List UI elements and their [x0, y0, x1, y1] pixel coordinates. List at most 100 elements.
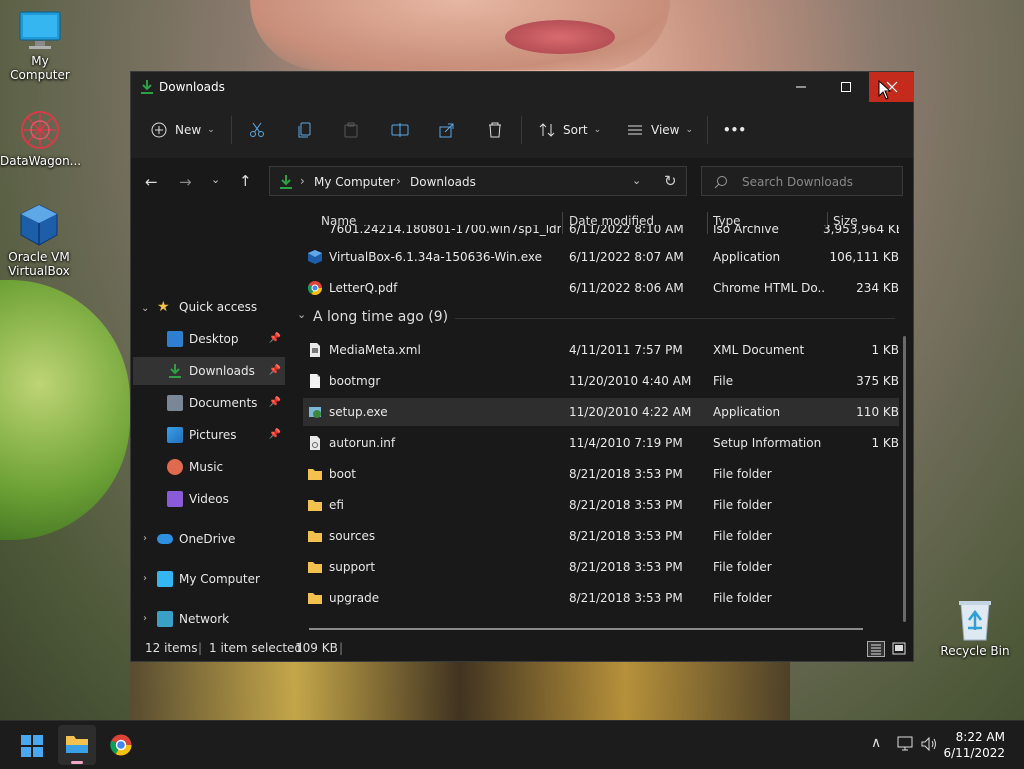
chevron-right-icon[interactable]: › — [143, 533, 147, 544]
file-name: autorun.inf — [329, 436, 396, 450]
nav-item-desktop[interactable]: Desktop 📌 — [133, 325, 285, 353]
tiles-view-icon — [892, 642, 906, 655]
nav-item-documents[interactable]: Documents 📌 — [133, 389, 285, 417]
status-bar: 12 items | 1 item selected 109 KB | — [131, 634, 913, 661]
up-button[interactable]: ↑ — [239, 172, 252, 190]
rename-button[interactable] — [391, 116, 409, 144]
folder-icon — [66, 736, 88, 753]
nav-label: Downloads — [189, 364, 255, 378]
table-row[interactable]: bootmgr 11/20/2010 4:40 AM File 375 KB — [303, 367, 899, 395]
start-button[interactable] — [20, 734, 44, 761]
table-row[interactable]: sources 8/21/2018 3:53 PM File folder — [303, 522, 899, 550]
nav-item-downloads[interactable]: Downloads 📌 — [133, 357, 285, 385]
paste-button[interactable] — [343, 116, 359, 144]
address-bar[interactable]: › My Computer › Downloads ⌄ ↻ — [269, 166, 687, 196]
sort-label: Sort — [563, 123, 588, 137]
folder-icon — [308, 562, 322, 573]
vertical-scrollbar[interactable] — [903, 336, 906, 622]
sort-button[interactable]: Sort ⌄ — [539, 116, 601, 144]
nav-item-videos[interactable]: Videos — [133, 485, 285, 513]
group-header[interactable]: ⌄ A long time ago (9) — [295, 306, 905, 330]
table-row[interactable]: upgrade 8/21/2018 3:53 PM File folder — [303, 584, 899, 612]
virtualbox-icon — [20, 204, 58, 246]
file-name: bootmgr — [329, 374, 381, 388]
status-divider: | — [339, 641, 344, 655]
chevron-right-icon[interactable]: › — [143, 573, 147, 584]
volume-icon[interactable] — [921, 736, 939, 752]
file-name: boot — [329, 467, 357, 481]
file-name: 7601.24214.180801-1700.win7sp1_ldr_escr.… — [329, 225, 561, 236]
title-bar[interactable]: Downloads — [131, 72, 914, 102]
copy-button[interactable] — [297, 116, 313, 144]
forward-button[interactable]: → — [179, 173, 192, 191]
nav-item-music[interactable]: Music — [133, 453, 285, 481]
horizontal-scrollbar[interactable] — [309, 628, 863, 630]
table-row[interactable]: support 8/21/2018 3:53 PM File folder — [303, 553, 899, 581]
minimize-icon — [795, 86, 806, 88]
taskbar-chrome[interactable] — [109, 733, 133, 760]
settings-file-icon — [310, 436, 320, 450]
chevron-down-icon: ⌄ — [297, 308, 307, 321]
more-button[interactable]: ••• — [723, 116, 746, 144]
download-icon — [141, 80, 153, 94]
table-row[interactable]: autorun.inf 11/4/2010 7:19 PM Setup Info… — [303, 429, 899, 457]
refresh-button[interactable]: ↻ — [664, 172, 677, 190]
share-icon — [439, 123, 454, 138]
command-bar: New ⌄ Sort ⌄ View ⌄ ••• — [131, 102, 913, 159]
status-selection: 1 item selected — [209, 641, 303, 655]
chrome-icon — [110, 734, 132, 756]
table-row-selected[interactable]: setup.exe 11/20/2010 4:22 AM Application… — [303, 398, 899, 426]
nav-item-pictures[interactable]: Pictures 📌 — [133, 421, 285, 449]
file-icon — [310, 374, 320, 388]
show-hidden-icons-button[interactable]: ∧ — [871, 735, 881, 751]
table-row[interactable]: 7601.24214.180801-1700.win7sp1_ldr_escr.… — [303, 225, 899, 243]
breadcrumb-downloads[interactable]: Downloads — [410, 175, 476, 189]
table-row[interactable]: boot 8/21/2018 3:53 PM File folder — [303, 460, 899, 488]
file-type: Application — [713, 405, 781, 419]
sort-icon — [539, 123, 555, 137]
nav-my-computer[interactable]: My Computer — [157, 565, 287, 593]
table-row[interactable]: VirtualBox-6.1.34a-150636-Win.exe 6/11/2… — [303, 243, 899, 271]
details-view-button[interactable] — [867, 641, 885, 657]
nav-quick-access[interactable]: ★ Quick access — [157, 293, 287, 321]
chrome-icon — [307, 281, 322, 295]
address-history-dropdown[interactable]: ⌄ — [632, 174, 641, 187]
file-type: File folder — [713, 498, 772, 512]
file-date: 6/11/2022 8:10 AM — [569, 225, 684, 236]
breadcrumb-my-computer[interactable]: My Computer — [314, 175, 395, 189]
nav-onedrive[interactable]: OneDrive — [157, 525, 287, 553]
details-view-icon — [871, 644, 881, 655]
view-button[interactable]: View ⌄ — [627, 116, 693, 144]
maximize-button[interactable] — [823, 72, 868, 102]
taskbar-file-explorer[interactable] — [58, 725, 96, 765]
network-icon[interactable] — [897, 736, 915, 752]
delete-button[interactable] — [487, 116, 503, 144]
monitor-icon — [157, 571, 173, 587]
chevron-down-icon[interactable]: ⌄ — [141, 303, 149, 314]
table-row[interactable]: MediaMeta.xml 4/11/2011 7:57 PM XML Docu… — [303, 336, 899, 364]
desktop-icon-recycle-bin[interactable]: Recycle Bin — [935, 598, 1015, 658]
file-date: 8/21/2018 3:53 PM — [569, 498, 683, 512]
clock[interactable]: 8:22 AM 6/11/2022 — [943, 729, 1005, 761]
file-size: 3,953,964 KB — [823, 225, 899, 236]
tiles-view-button[interactable] — [891, 641, 907, 657]
back-button[interactable]: ← — [145, 173, 158, 191]
recent-locations-button[interactable]: ⌄ — [211, 173, 220, 186]
file-name: MediaMeta.xml — [329, 343, 421, 357]
new-button[interactable]: New ⌄ — [151, 116, 215, 144]
pin-icon: 📌 — [268, 365, 281, 376]
chevron-right-icon[interactable]: › — [143, 613, 147, 624]
table-row[interactable]: LetterQ.pdf 6/11/2022 8:06 AM Chrome HTM… — [303, 274, 899, 302]
cut-button[interactable] — [249, 116, 265, 144]
desktop-icon-datawagon[interactable]: DataWagon... — [0, 108, 81, 168]
search-box[interactable]: Search Downloads — [701, 166, 903, 196]
share-button[interactable] — [439, 116, 455, 144]
videos-icon — [167, 491, 183, 507]
desktop-icon-my-computer[interactable]: My Computer — [0, 10, 80, 82]
new-label: New — [175, 123, 202, 137]
toolbar-divider — [521, 116, 522, 144]
table-row[interactable]: efi 8/21/2018 3:53 PM File folder — [303, 491, 899, 519]
desktop-icon-virtualbox[interactable]: Oracle VM VirtualBox — [0, 202, 78, 278]
minimize-button[interactable] — [778, 72, 823, 102]
nav-network[interactable]: Network — [157, 605, 287, 633]
